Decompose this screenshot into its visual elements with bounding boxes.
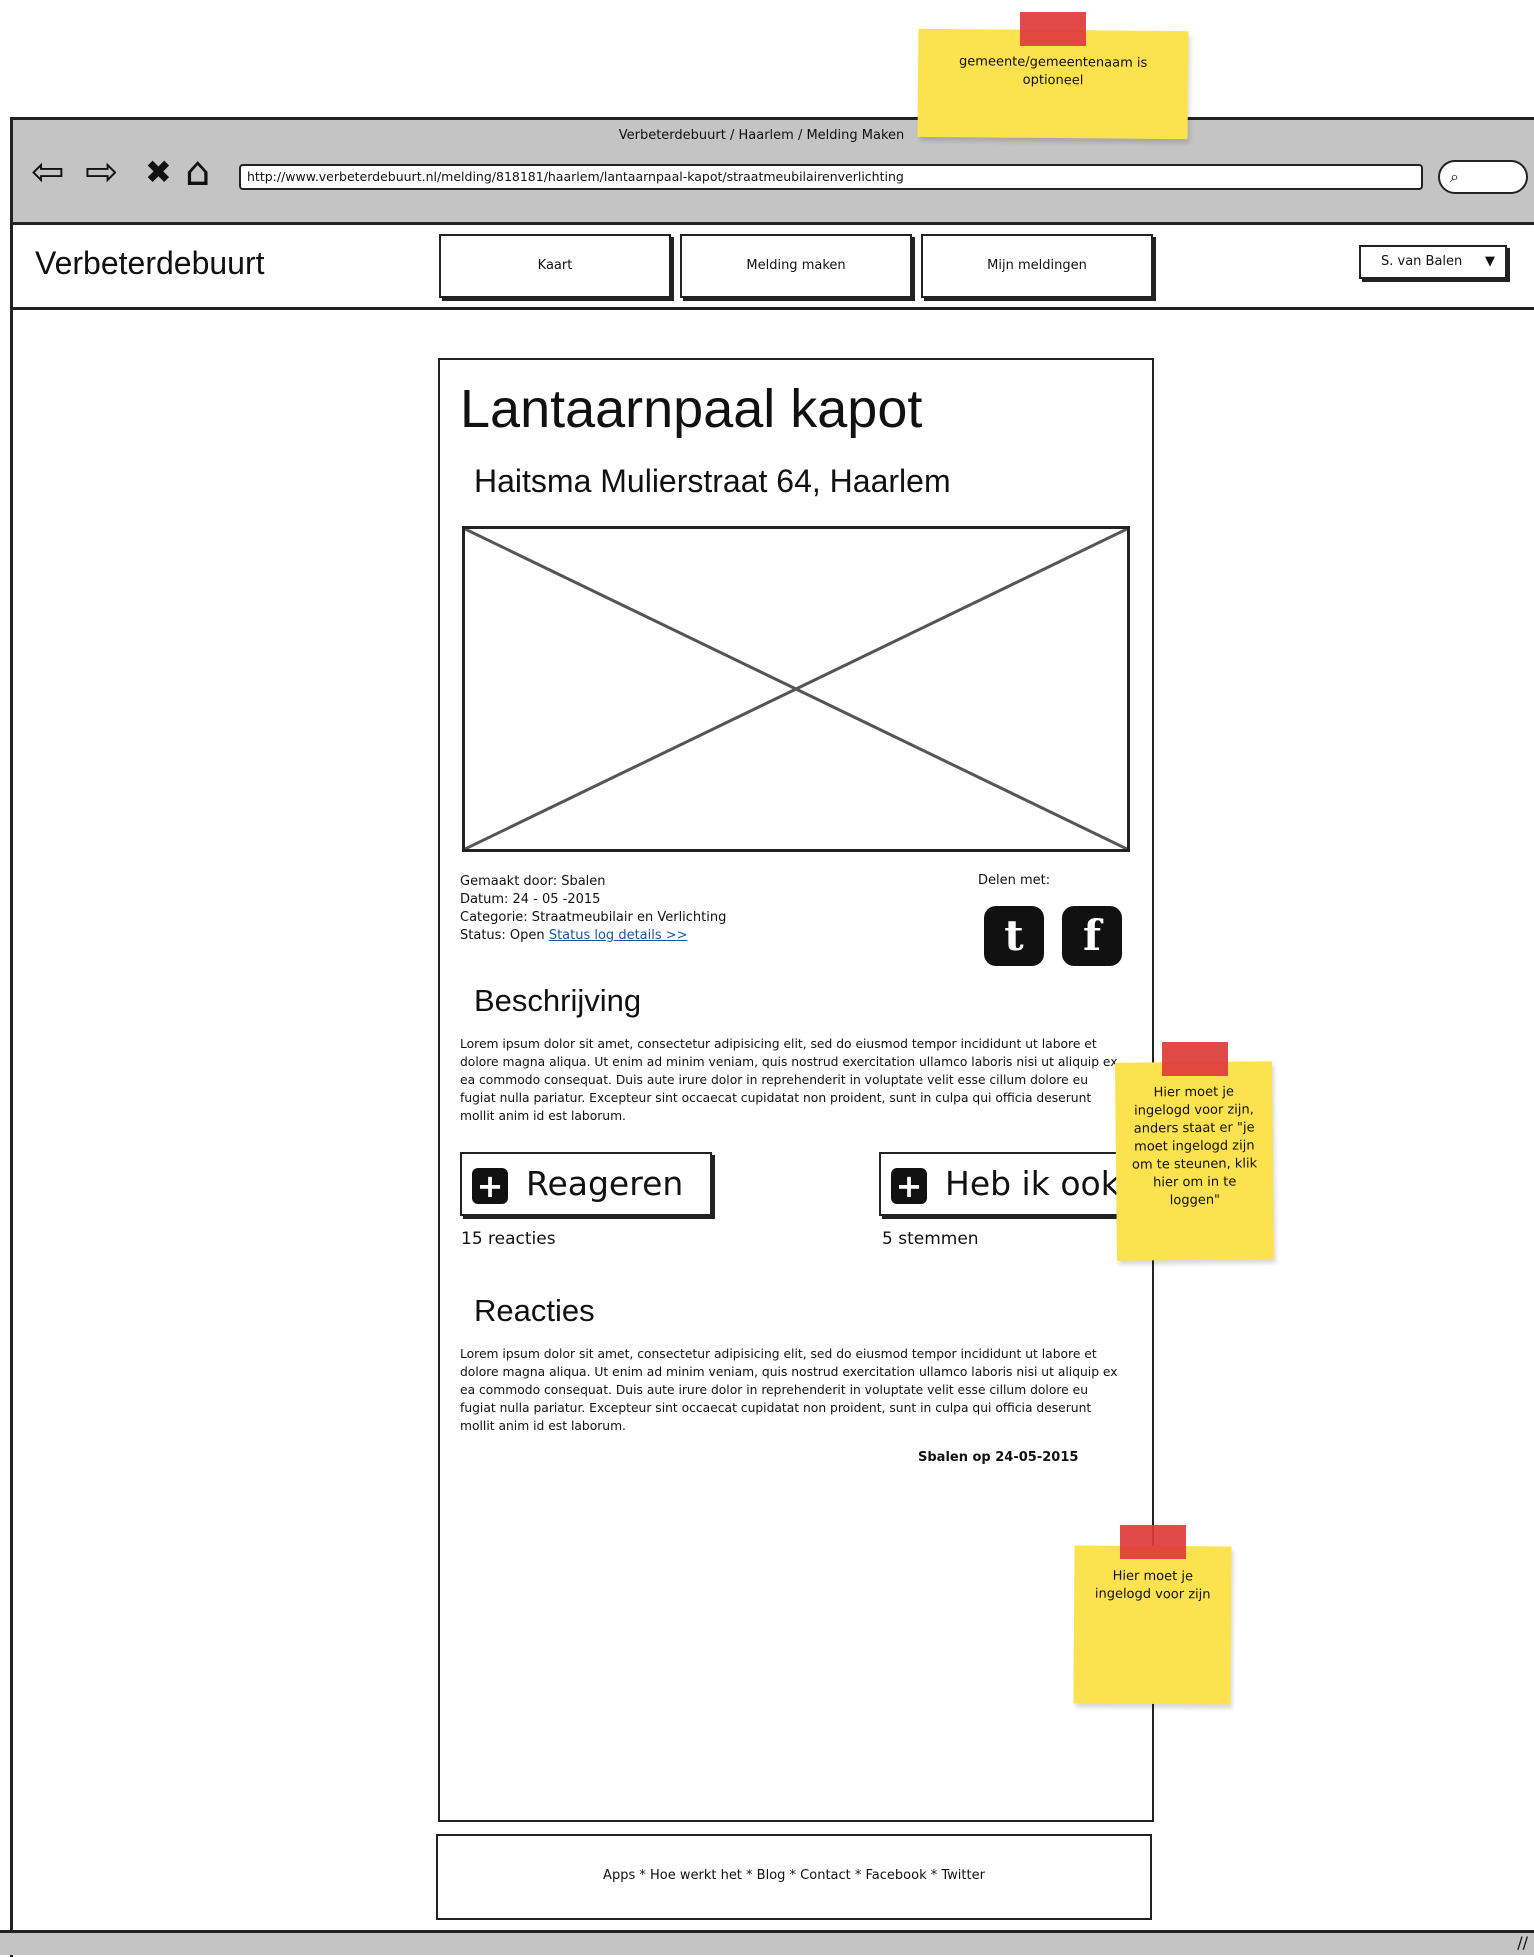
- tape-strip: [1162, 1042, 1228, 1076]
- description-text: Lorem ipsum dolor sit amet, consectetur …: [460, 1037, 1118, 1123]
- user-name: S. van Balen: [1381, 254, 1463, 269]
- tape-strip: [1020, 12, 1086, 46]
- react-count: 15 reacties: [461, 1229, 556, 1249]
- report-address: Haitsma Mulierstraat 64, Haarlem: [474, 463, 951, 499]
- status-text: Status: Open: [460, 928, 545, 943]
- twitter-icon[interactable]: t: [984, 906, 1044, 966]
- sticky-note-text: Hier moet je ingelogd voor zijn: [1094, 1568, 1211, 1603]
- plus-icon: +: [891, 1168, 927, 1204]
- report-category: Categorie: Straatmeubilair en Verlichtin…: [460, 910, 727, 925]
- react-button-label: Reageren: [526, 1164, 684, 1203]
- status-log-link[interactable]: Status log details >>: [549, 928, 688, 943]
- sticky-note-text: gemeente/gemeentenaam is optioneel: [959, 54, 1148, 89]
- browser-chrome: Verbeterdebuurt / Haarlem / Melding Make…: [13, 120, 1534, 225]
- browser-status-bar: //: [0, 1930, 1534, 1955]
- made-by: Gemaakt door: Sbalen: [460, 874, 606, 889]
- support-button[interactable]: + Heb ik ook: [879, 1152, 1124, 1216]
- footer-links[interactable]: Apps * Hoe werkt het * Blog * Contact * …: [603, 1868, 985, 1883]
- tab-mijn-meldingen[interactable]: Mijn meldingen: [921, 234, 1153, 298]
- react-button[interactable]: + Reageren: [460, 1152, 712, 1216]
- support-button-label: Heb ik ook: [945, 1164, 1120, 1203]
- report-date: Datum: 24 - 05 -2015: [460, 892, 601, 907]
- browser-search-button[interactable]: ⌕: [1438, 160, 1528, 194]
- reaction-signature: Sbalen op 24-05-2015: [918, 1450, 1079, 1465]
- brand-logo[interactable]: Verbeterdebuurt: [35, 245, 265, 282]
- description-heading: Beschrijving: [474, 983, 642, 1018]
- chevron-down-icon: ▼: [1485, 254, 1495, 269]
- back-arrow-icon[interactable]: ⇦: [31, 150, 65, 194]
- image-placeholder: [462, 526, 1130, 852]
- user-dropdown[interactable]: S. van Balen ▼: [1359, 245, 1507, 279]
- twitter-glyph: t: [1004, 911, 1024, 960]
- support-count: 5 stemmen: [882, 1229, 979, 1249]
- page-footer: Apps * Hoe werkt het * Blog * Contact * …: [436, 1834, 1152, 1920]
- share-label: Delen met:: [978, 873, 1051, 888]
- forward-arrow-icon[interactable]: ⇨: [85, 150, 119, 194]
- page-title: Lantaarnpaal kapot: [460, 379, 923, 439]
- tab-melding-maken[interactable]: Melding maken: [680, 234, 912, 298]
- image-placeholder-cross: [465, 529, 1127, 849]
- app-header: Verbeterdebuurt Kaart Melding maken Mijn…: [13, 225, 1534, 310]
- reaction-text: Lorem ipsum dolor sit amet, consectetur …: [460, 1347, 1118, 1433]
- sticky-note-text: Hier moet je ingelogd voor zijn, anders …: [1131, 1084, 1258, 1209]
- sticky-note-middle: Hier moet je ingelogd voor zijn, anders …: [1114, 1061, 1275, 1261]
- report-meta: Gemaakt door: Sbalen Datum: 24 - 05 -201…: [460, 873, 726, 945]
- resize-grip-icon[interactable]: //: [1517, 1933, 1528, 1952]
- tab-kaart[interactable]: Kaart: [439, 234, 671, 298]
- search-icon: ⌕: [1450, 167, 1459, 186]
- sticky-note-bottom: Hier moet je ingelogd voor zijn: [1073, 1545, 1232, 1705]
- plus-icon: +: [472, 1168, 508, 1204]
- facebook-icon[interactable]: f: [1062, 906, 1122, 966]
- address-bar[interactable]: http://www.verbeterdebuurt.nl/melding/81…: [239, 164, 1423, 190]
- facebook-glyph: f: [1082, 911, 1102, 960]
- home-icon[interactable]: ⌂: [185, 150, 210, 194]
- stop-icon[interactable]: ✖: [145, 150, 172, 194]
- tape-strip: [1120, 1525, 1186, 1559]
- reactions-heading: Reacties: [474, 1293, 595, 1328]
- report-status: Status: Open Status log details >>: [460, 927, 726, 945]
- window-title: Verbeterdebuurt / Haarlem / Melding Make…: [618, 128, 905, 143]
